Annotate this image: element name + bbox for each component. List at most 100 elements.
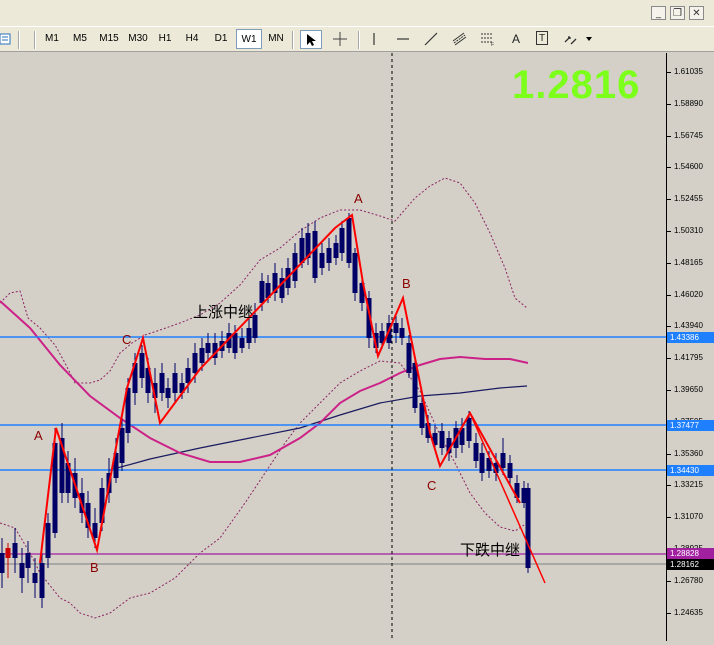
candle-body — [352, 253, 358, 293]
price-axis-tick-mark — [667, 517, 671, 519]
candle-body — [199, 348, 205, 363]
wave-label-a: A — [34, 428, 43, 443]
candle-body — [399, 328, 405, 338]
price-axis-tick-mark — [667, 231, 671, 232]
trendline-tool[interactable] — [421, 30, 443, 49]
candle-body — [45, 523, 51, 558]
candle-body — [12, 543, 18, 558]
trendline-icon — [424, 32, 438, 46]
candle-body — [312, 231, 318, 278]
candle-body — [346, 218, 352, 263]
timeframe-mn[interactable]: MN — [263, 29, 289, 49]
price-axis-tick-mark — [667, 135, 671, 137]
timeframe-d1[interactable]: D1 — [208, 29, 234, 49]
timeframe-m1[interactable]: M1 — [40, 29, 64, 49]
chart-toolbar: M1 M5 M15 M30 H1 H4 D1 W1 MN F A T — [0, 26, 714, 52]
price-tag-line2: 1.37477 — [667, 420, 714, 431]
candle-body — [32, 573, 38, 583]
candle-body — [119, 428, 125, 463]
price-axis-tick-label: 1.58890 — [674, 98, 703, 108]
price-axis-tick-mark — [667, 580, 671, 582]
candle-body — [326, 248, 332, 263]
price-axis-tick-label: 1.33215 — [674, 480, 703, 490]
price-axis-tick-label: 1.39650 — [674, 385, 703, 394]
chart-properties-icon[interactable] — [0, 30, 12, 49]
timeframe-m15[interactable]: M15 — [95, 29, 123, 49]
price-axis-tick-label: 1.56745 — [674, 130, 703, 140]
timeframe-m5[interactable]: M5 — [67, 29, 93, 49]
timeframe-w1[interactable]: W1 — [236, 29, 262, 49]
horizontal-line-icon — [397, 38, 409, 40]
candle-body — [439, 431, 445, 448]
candle-body — [172, 373, 178, 393]
current-price-display: 1.2816 — [512, 63, 641, 107]
candle-body — [406, 343, 412, 373]
price-axis[interactable]: 1.61035 1.58890 1.56745 1.54600 1.52455 1.503… — [666, 53, 714, 641]
price-axis-tick-label: 1.61035 — [674, 67, 703, 76]
price-axis-tick-mark — [667, 294, 671, 296]
fibonacci-icon: F — [481, 33, 494, 46]
price-axis-tick-mark — [667, 612, 671, 614]
toolbar-separator — [292, 31, 294, 49]
wave-label-b: B — [402, 276, 411, 291]
crosshair-tool[interactable] — [330, 30, 352, 49]
wave-label-c: C — [427, 478, 437, 493]
timeframe-m30[interactable]: M30 — [124, 29, 152, 49]
vertical-line-tool[interactable] — [364, 30, 386, 49]
candlesticks — [0, 213, 531, 608]
candle-body — [192, 353, 198, 373]
candle-body — [39, 563, 45, 598]
candle-body — [0, 553, 5, 573]
price-axis-tick-label: 1.48165 — [674, 257, 703, 267]
candle-body — [252, 315, 258, 338]
price-axis-tick-label: 1.52455 — [674, 194, 703, 204]
wave-label-a: A — [354, 191, 363, 206]
uptrend-continuation-note: 上涨中继 — [193, 303, 254, 321]
price-axis-tick-mark — [667, 199, 671, 201]
cursor-tool[interactable] — [300, 30, 322, 49]
price-axis-tick-label: 1.43940 — [674, 321, 703, 331]
price-axis-tick-mark — [667, 358, 671, 360]
svg-text:F: F — [491, 42, 494, 46]
candle-body — [466, 418, 472, 441]
candle-body — [139, 353, 145, 378]
label-tool[interactable]: T — [532, 30, 554, 49]
fibonacci-tool[interactable]: F — [477, 30, 499, 49]
timeframe-h1[interactable]: H1 — [153, 29, 177, 49]
price-tag-line3: 1.34430 — [667, 465, 714, 476]
label-tool-glyph: T — [536, 31, 548, 45]
candle-body — [159, 373, 165, 393]
candle-body — [319, 253, 325, 268]
price-axis-tick-mark — [667, 326, 671, 328]
price-tag-line1: 1.43386 — [667, 332, 714, 343]
price-axis-tick-label: 1.41795 — [674, 353, 703, 363]
restore-button[interactable]: ❐ — [670, 6, 685, 20]
candle-body — [339, 228, 345, 253]
candle-body — [507, 463, 513, 478]
candle-body — [393, 323, 399, 333]
text-tool[interactable]: A — [505, 30, 527, 49]
candle-body — [259, 281, 265, 303]
cursor-arrow-icon — [307, 34, 316, 46]
price-chart[interactable]: A B C A B C 上涨中继 下跌中继 1.2816 — [0, 53, 666, 641]
arrows-dropdown-icon — [564, 36, 592, 45]
toolbar-separator — [34, 31, 36, 49]
arrows-dropdown[interactable] — [560, 30, 594, 49]
price-axis-tick-mark — [667, 390, 671, 391]
horizontal-line-tool[interactable] — [393, 30, 415, 49]
candle-body — [232, 333, 238, 353]
price-axis-tick-mark — [667, 485, 671, 487]
candle-body — [165, 388, 171, 398]
minimize-button[interactable]: _ — [651, 6, 666, 20]
wave-label-c: C — [122, 332, 132, 347]
timeframe-h4[interactable]: H4 — [179, 29, 205, 49]
close-button[interactable]: ✕ — [689, 6, 704, 20]
chart-canvas[interactable] — [0, 53, 666, 641]
candle-body — [246, 328, 252, 343]
bollinger-band-lower — [0, 360, 528, 619]
candle-body — [5, 548, 11, 558]
wave-label-b: B — [90, 560, 99, 575]
channel-tool[interactable] — [449, 30, 471, 49]
toolbar-separator — [18, 31, 20, 49]
price-axis-tick-label: 1.35360 — [674, 448, 703, 458]
